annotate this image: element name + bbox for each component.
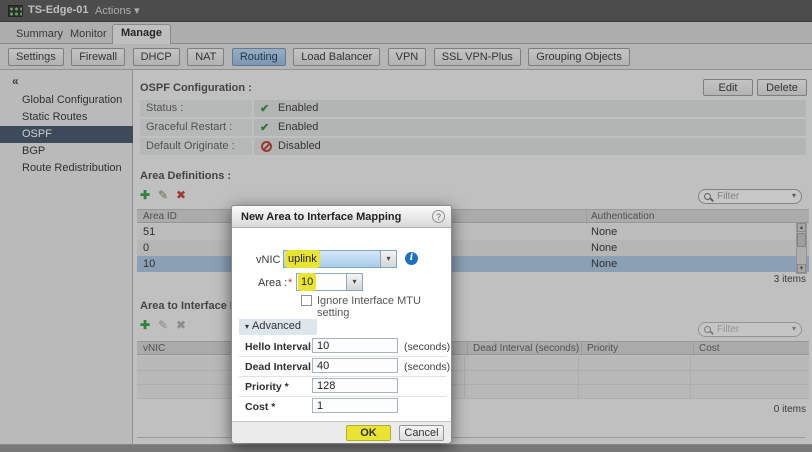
hello-interval-label: Hello Interval * — [245, 341, 318, 353]
area-label: Area : — [258, 277, 287, 289]
advanced-section-toggle[interactable]: ▾Advanced — [239, 319, 317, 335]
vnic-value-highlighted: uplink — [288, 253, 317, 265]
dead-interval-unit: (seconds) — [404, 361, 450, 373]
ok-button[interactable]: OK — [346, 425, 391, 441]
area-dropdown-icon[interactable]: ▾ — [346, 274, 362, 290]
priority-input[interactable]: 128 — [312, 378, 398, 393]
dead-interval-input[interactable]: 40 — [312, 358, 398, 373]
hello-interval-input[interactable]: 10 — [312, 338, 398, 353]
dead-interval-label: Dead Interval * — [245, 361, 318, 373]
mtu-checkbox[interactable] — [301, 295, 312, 306]
vnic-dropdown-icon[interactable]: ▾ — [380, 251, 396, 267]
hello-interval-unit: (seconds) — [404, 341, 450, 353]
help-icon[interactable]: ? — [432, 210, 445, 223]
dialog-title: New Area to Interface Mapping — [241, 211, 401, 223]
vnic-label: vNIC : — [256, 254, 287, 266]
cancel-button[interactable]: Cancel — [399, 425, 444, 441]
required-marker: * — [288, 277, 292, 289]
cost-input[interactable]: 1 — [312, 398, 398, 413]
area-value-highlighted: 10 — [301, 276, 313, 288]
info-icon[interactable]: i — [405, 252, 418, 265]
dialog-footer: OK Cancel — [232, 421, 451, 443]
dialog-titlebar[interactable]: New Area to Interface Mapping ? — [232, 206, 451, 228]
priority-label: Priority * — [245, 381, 289, 393]
mtu-checkbox-label: Ignore Interface MTU setting — [317, 295, 451, 319]
vnic-combobox[interactable]: uplink ▾ — [283, 250, 397, 268]
cost-label: Cost * — [245, 401, 275, 413]
new-area-mapping-dialog: New Area to Interface Mapping ? vNIC : u… — [231, 205, 452, 443]
advanced-caret-icon: ▾ — [245, 322, 249, 331]
advanced-label: Advanced — [252, 320, 301, 332]
area-combobox[interactable]: 10 ▾ — [296, 273, 363, 291]
